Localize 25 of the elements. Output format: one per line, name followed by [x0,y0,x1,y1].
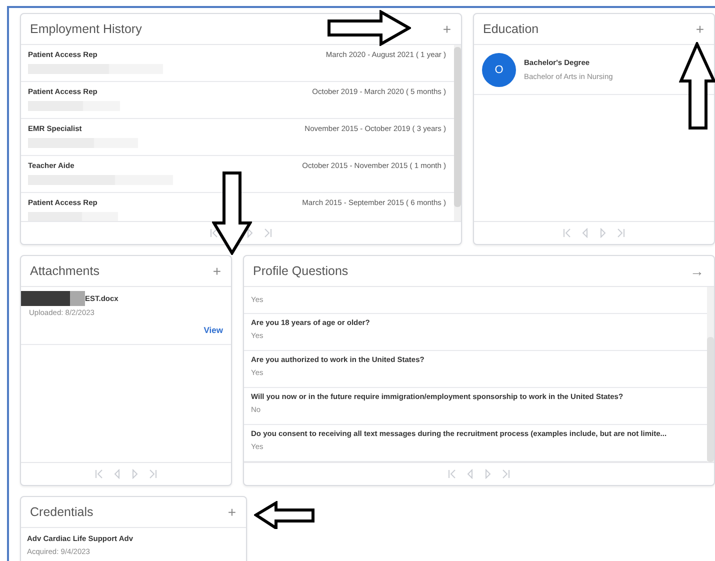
avatar: O [482,52,516,86]
add-button[interactable]: + [440,21,453,37]
last-page-icon[interactable] [617,228,625,238]
next-page-icon[interactable] [246,228,254,238]
card-title: Profile Questions [253,264,348,278]
previous-page-icon[interactable] [113,469,121,479]
add-button[interactable]: + [210,263,223,279]
open-button[interactable]: → [688,263,706,279]
last-page-icon[interactable] [264,228,272,238]
scrollbar-thumb[interactable] [707,337,714,462]
previous-page-icon[interactable] [581,228,589,238]
previous-page-icon[interactable] [466,469,474,479]
last-page-icon[interactable] [149,469,157,479]
left-arrow-icon [254,501,316,529]
card-title: Employment History [30,22,142,36]
view-link[interactable]: View [204,325,223,335]
add-button[interactable]: + [226,504,238,520]
card-title: Education [483,22,539,36]
add-button[interactable]: + [694,21,706,37]
last-page-icon[interactable] [502,469,510,479]
scrollbar-thumb[interactable] [454,47,461,207]
card-title: Attachments [30,264,100,278]
card-title: Credentials [30,505,94,519]
redacted-text [21,291,85,306]
first-page-icon[interactable] [210,228,218,238]
